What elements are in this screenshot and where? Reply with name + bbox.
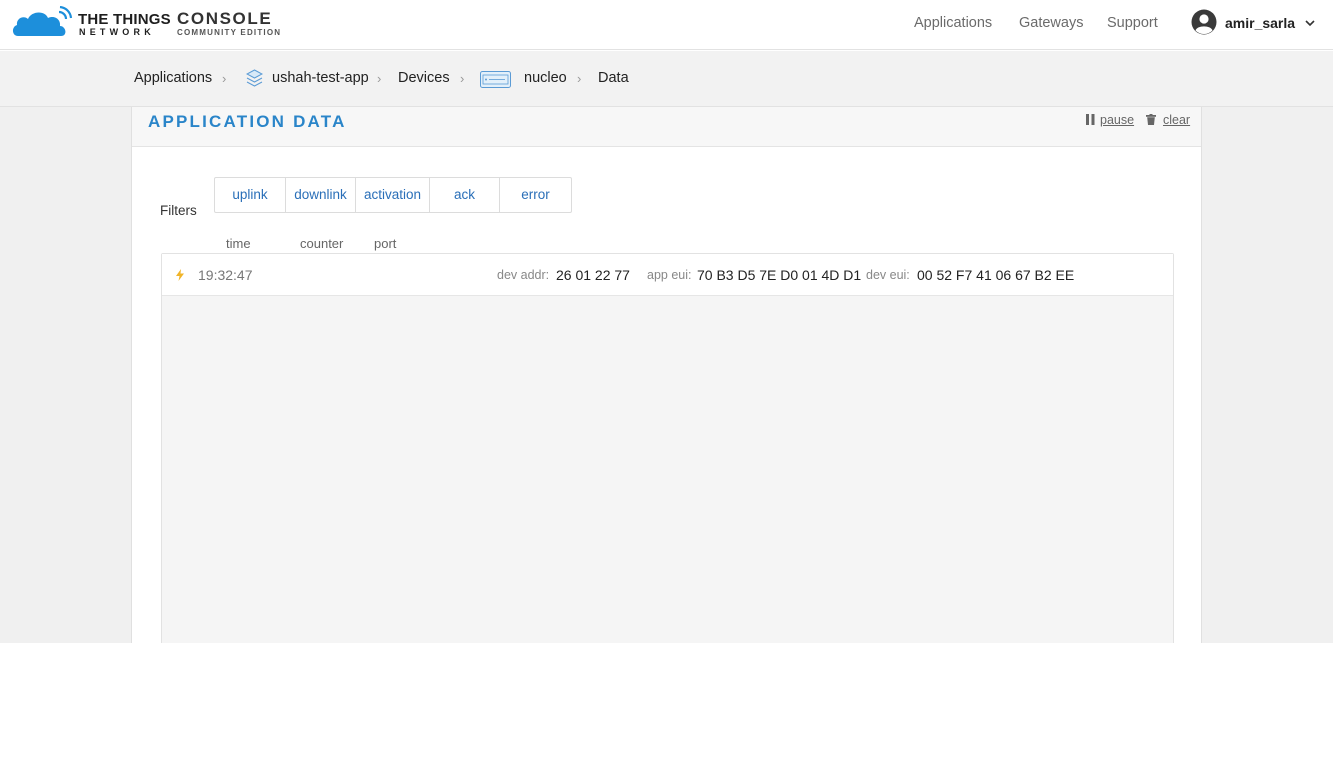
avatar-icon: [1191, 9, 1217, 35]
breadcrumb-data: Data: [598, 70, 629, 86]
nav-support[interactable]: Support: [1107, 15, 1158, 31]
dev-eui-value: 00 52 F7 41 06 67 B2 EE: [917, 267, 1075, 283]
device-icon: [480, 71, 511, 88]
username: amir_sarla: [1225, 15, 1296, 31]
filter-group: uplink downlink activation ack error: [214, 177, 572, 213]
panel-header: APPLICATION DATA pause clear: [132, 107, 1201, 147]
filter-activation[interactable]: activation: [356, 178, 430, 212]
filters-label: Filters: [160, 203, 197, 218]
brand-edition: COMMUNITY EDITION: [177, 28, 282, 37]
brand-subtitle: NETWORK: [79, 27, 155, 37]
breadcrumb-separator-icon: ›: [460, 71, 465, 86]
filter-error[interactable]: error: [500, 178, 571, 212]
pause-button[interactable]: pause: [1100, 113, 1134, 127]
filter-ack[interactable]: ack: [430, 178, 500, 212]
breadcrumb-device[interactable]: nucleo: [524, 70, 567, 86]
breadcrumb-separator-icon: ›: [577, 71, 582, 86]
dev-eui-label: dev eui:: [866, 268, 910, 282]
breadcrumb-separator-icon: ›: [377, 71, 382, 86]
filter-uplink[interactable]: uplink: [215, 178, 286, 212]
breadcrumb-applications[interactable]: Applications: [134, 70, 212, 86]
clear-button[interactable]: clear: [1163, 113, 1190, 127]
event-list: 19:32:47 dev addr: 26 01 22 77 app eui: …: [161, 253, 1174, 643]
app-eui-label: app eui:: [647, 268, 692, 282]
dev-addr-label: dev addr:: [497, 268, 550, 282]
column-header-counter: counter: [300, 236, 344, 251]
dev-addr-value: 26 01 22 77: [556, 267, 630, 283]
breadcrumb-separator-icon: ›: [222, 71, 227, 86]
breadcrumb-app[interactable]: ushah-test-app: [272, 70, 369, 86]
application-data-panel: APPLICATION DATA pause clear Filters upl…: [131, 107, 1202, 643]
cloud-logo-icon: [12, 6, 73, 36]
brand-title: THE THINGS: [78, 11, 171, 28]
nav-applications[interactable]: Applications: [914, 15, 992, 31]
breadcrumb: Applications › ushah-test-app › Devices …: [0, 51, 1333, 107]
chevron-down-icon[interactable]: [1304, 17, 1316, 29]
ttn-logo[interactable]: THE THINGS NETWORK CONSOLE COMMUNITY EDI…: [10, 6, 300, 44]
event-time: 19:32:47: [198, 267, 253, 283]
column-header-port: port: [374, 236, 397, 251]
breadcrumb-devices[interactable]: Devices: [398, 70, 450, 86]
nav-gateways[interactable]: Gateways: [1019, 15, 1083, 31]
brand-console: CONSOLE: [177, 9, 273, 28]
application-stack-icon: [246, 69, 263, 87]
filter-downlink[interactable]: downlink: [286, 178, 356, 212]
top-header: THE THINGS NETWORK CONSOLE COMMUNITY EDI…: [0, 0, 1333, 50]
pause-icon[interactable]: [1086, 114, 1095, 125]
lightning-icon: [176, 269, 184, 281]
event-row[interactable]: 19:32:47 dev addr: 26 01 22 77 app eui: …: [162, 254, 1173, 296]
panel-title: APPLICATION DATA: [148, 112, 347, 131]
column-header-time: time: [226, 236, 251, 251]
trash-icon[interactable]: [1146, 114, 1156, 125]
app-eui-value: 70 B3 D5 7E D0 01 4D D1: [697, 267, 862, 283]
